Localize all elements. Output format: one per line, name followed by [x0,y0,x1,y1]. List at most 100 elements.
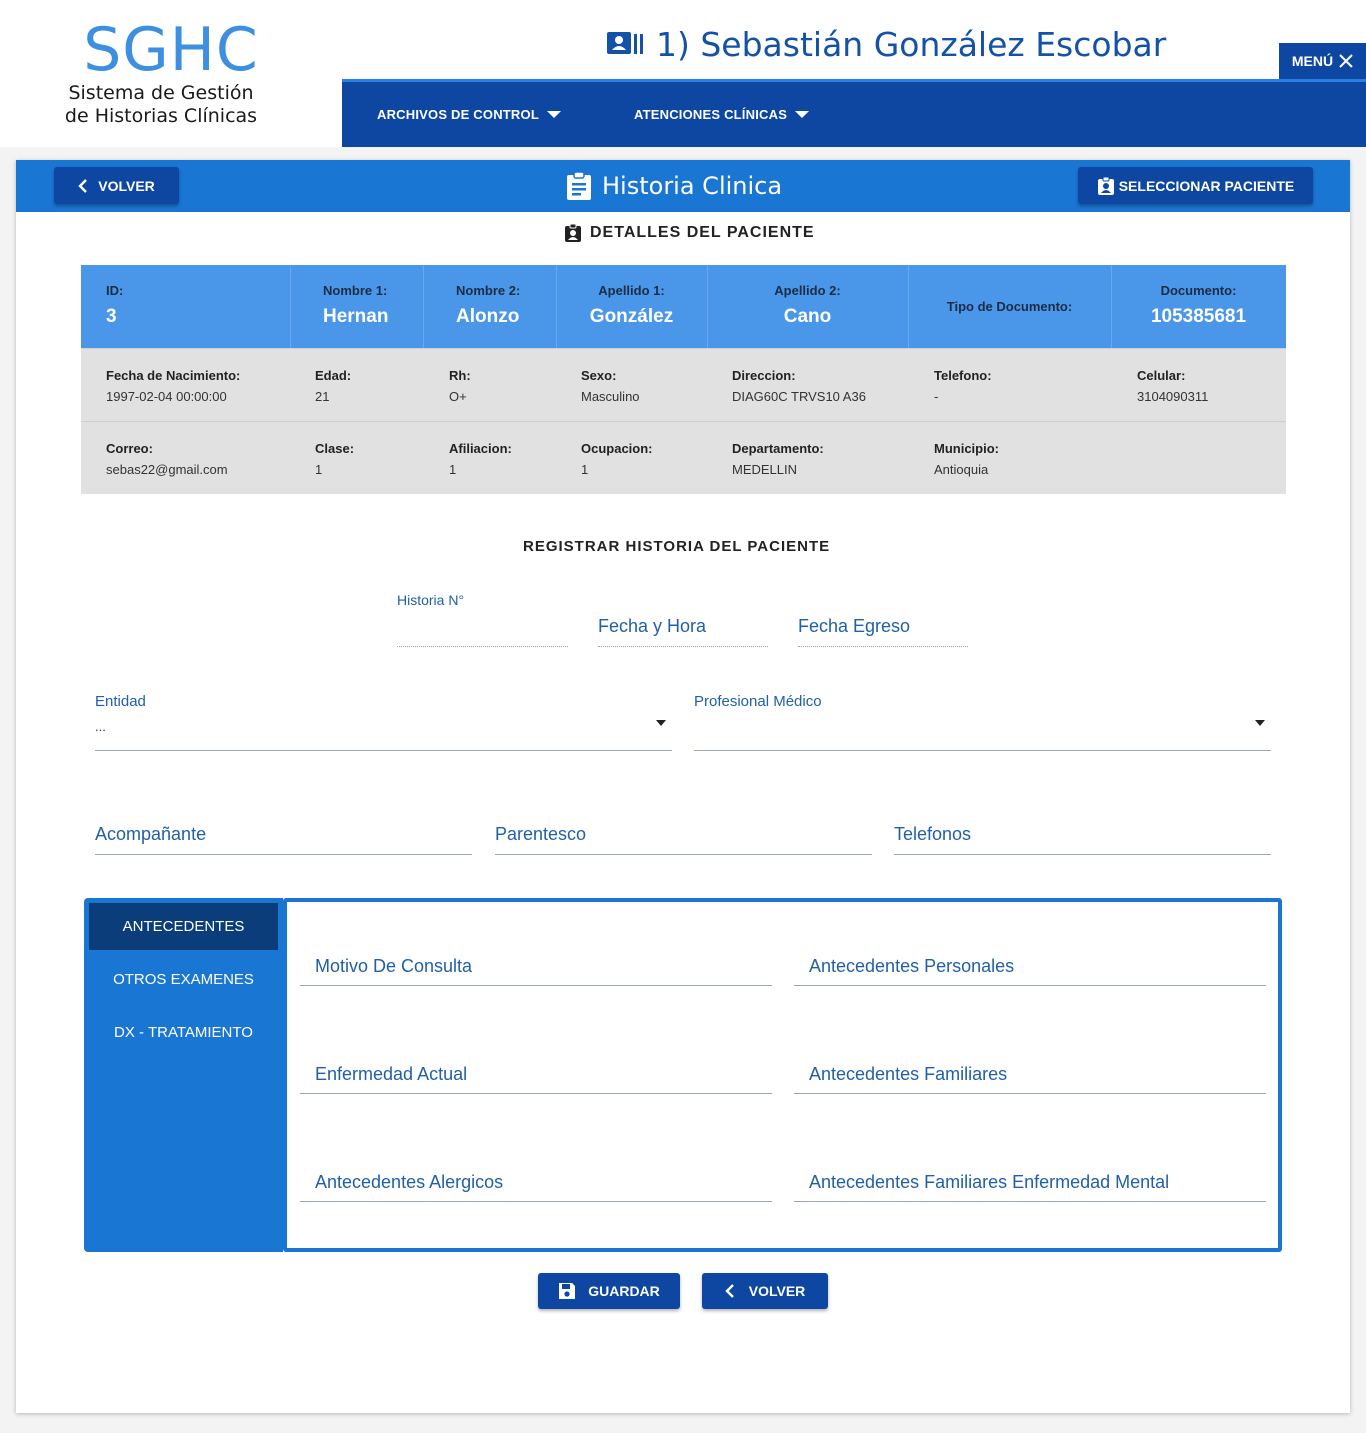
patient-badge-icon [565,223,581,242]
cell-label: Edad: [315,368,352,383]
tab-label: DX - TRATAMIENTO [114,1024,253,1041]
fecha-hora-input[interactable]: Fecha y Hora [598,616,768,647]
antecedentes-familiares-input[interactable]: Antecedentes Familiares [794,1064,1266,1094]
cell-value: MEDELLIN [732,462,798,477]
cell-correo: Correo: sebas22@gmail.com [106,441,228,477]
history-tabs: ANTECEDENTES OTROS EXAMENES DX - TRATAMI… [84,898,283,1252]
antecedentes-alergicos-input[interactable]: Antecedentes Alergicos [300,1172,772,1202]
cell-label: Fecha de Nacimiento: [106,368,241,383]
card-title: Historia Clinica [566,168,782,204]
cell-afiliacion: Afiliacion: 1 [449,441,512,477]
historia-number-input[interactable]: Historia N° [397,592,568,647]
nav-label: ARCHIVOS DE CONTROL [377,107,539,122]
main-nav: ARCHIVOS DE CONTROL ATENCIONES CLÍNICAS [342,79,1366,147]
cell-label: ID: [106,283,124,298]
id-card-icon [607,32,643,54]
cell-celular: Celular: 3104090311 [1137,368,1208,404]
cell-value: 3104090311 [1137,389,1209,404]
cell-value: González [589,306,674,327]
cell-value: sebas22@gmail.com [106,462,228,477]
nav-atenciones-clinicas[interactable]: ATENCIONES CLÍNICAS [634,82,810,147]
antecedentes-personales-label: Antecedentes Personales [809,956,1015,976]
fecha-hora-label: Fecha y Hora [598,616,707,636]
column-divider [423,265,424,348]
cell-value: Masculino [581,389,640,404]
historia-number-label: Historia N° [397,592,465,608]
cell-value: 105385681 [1150,306,1247,327]
back-button[interactable]: VOLVER [54,167,179,204]
cell-value: 1 [315,462,323,477]
cell-apellido-2: Apellido 2: Cano [707,283,908,328]
antecedentes-familiares-enfermedad-mental-input[interactable]: Antecedentes Familiares Enfermedad Menta… [794,1172,1266,1202]
save-button[interactable]: GUARDAR [538,1273,680,1309]
tab-otros-examenes[interactable]: OTROS EXAMENES [89,956,278,1003]
cell-fecha-nacimiento: Fecha de Nacimiento: 1997-02-04 00:00:00 [106,368,240,404]
cell-label: Sexo: [581,368,617,383]
logo-subtitle-line2: de Historias Clínicas [64,105,258,127]
fecha-egreso-label: Fecha Egreso [798,616,911,636]
cell-rh: Rh: O+ [449,368,471,404]
back-button-bottom[interactable]: VOLVER [702,1273,828,1309]
cell-value: Hernan [323,306,389,327]
cell-label: Ocupacion: [581,441,653,456]
entidad-label: Entidad [95,693,146,710]
cell-value: DIAG60C TRVS10 A36 [732,389,866,404]
cell-direccion: Direccion: DIAG60C TRVS10 A36 [732,368,866,404]
cell-label: Rh: [449,368,471,383]
select-patient-label: SELECCIONAR PACIENTE [1118,177,1295,194]
cell-value: 21 [315,389,330,404]
cell-value: - [934,389,939,404]
logo-acronym: SGHC [83,15,259,85]
motivo-consulta-input[interactable]: Motivo De Consulta [300,956,772,986]
patient-details-title: DETALLES DEL PACIENTE [590,224,815,241]
patient-info-row: Fecha de Nacimiento: 1997-02-04 00:00:00… [81,348,1286,421]
cell-edad: Edad: 21 [315,368,351,404]
register-history-heading: REGISTRAR HISTORIA DEL PACIENTE [523,538,831,555]
antecedentes-personales-input[interactable]: Antecedentes Personales [794,956,1266,986]
telefonos-input[interactable]: Telefonos [894,824,1271,855]
cell-label: Tipo de Documento: [946,299,1073,314]
cell-nombre-1: Nombre 1: Hernan [323,283,388,328]
tab-dx-tratamiento[interactable]: DX - TRATAMIENTO [89,1009,278,1056]
menu-button[interactable]: MENÚ [1279,43,1366,79]
fecha-egreso-input[interactable]: Fecha Egreso [798,616,968,647]
telefonos-label: Telefonos [894,824,972,844]
patient-badge-icon [1097,176,1114,195]
parentesco-input[interactable]: Parentesco [495,824,872,855]
menu-label: MENÚ [1291,53,1334,69]
cell-documento: Documento: 105385681 [1111,283,1286,328]
cell-label: Clase: [315,441,355,456]
antecedentes-familiares-enfermedad-mental-label: Antecedentes Familiares Enfermedad Menta… [809,1172,1170,1192]
cell-value: O+ [449,389,467,404]
entidad-value: ... [95,719,106,734]
cell-label: Telefono: [934,368,992,383]
profesional-medico-label: Profesional Médico [694,693,822,710]
cell-sexo: Sexo: Masculino [581,368,640,404]
cell-id: ID: 3 [106,283,123,328]
historia-clinica-card: VOLVER Historia Clinica SELECCIONAR PACI… [16,160,1350,1413]
tab-antecedentes[interactable]: ANTECEDENTES [89,903,278,950]
nav-archivos-de-control[interactable]: ARCHIVOS DE CONTROL [377,82,561,147]
cell-label: Apellido 1: [598,283,665,298]
back-button-bottom-label: VOLVER [748,1283,806,1299]
patient-affiliation-row: Correo: sebas22@gmail.com Clase: 1 Afili… [81,421,1286,494]
logo-subtitle-line1: Sistema de Gestión [68,82,254,104]
entidad-select[interactable]: Entidad ... [95,693,672,751]
cell-value: 1997-02-04 00:00:00 [106,389,227,404]
antecedentes-panel: Motivo De Consulta Antecedentes Personal… [283,898,1282,1252]
cell-label: Correo: [106,441,153,456]
tab-label: ANTECEDENTES [122,918,245,935]
acompanante-input[interactable]: Acompañante [95,824,472,855]
card-title-text: Historia Clinica [602,172,783,200]
app-logo[interactable]: SGHC Sistema de Gestión de Historias Clí… [0,0,342,147]
cell-departamento: Departamento: MEDELLIN [732,441,824,477]
column-divider [290,265,291,348]
clipboard-icon [567,171,591,200]
cell-clase: Clase: 1 [315,441,354,477]
logo-subtitle: Sistema de Gestión de Historias Clínicas [0,82,322,128]
enfermedad-actual-input[interactable]: Enfermedad Actual [300,1064,772,1094]
profesional-medico-select[interactable]: Profesional Médico [694,693,1271,751]
select-patient-button[interactable]: SELECCIONAR PACIENTE [1078,167,1313,204]
antecedentes-familiares-label: Antecedentes Familiares [809,1064,1008,1084]
cell-ocupacion: Ocupacion: 1 [581,441,653,477]
